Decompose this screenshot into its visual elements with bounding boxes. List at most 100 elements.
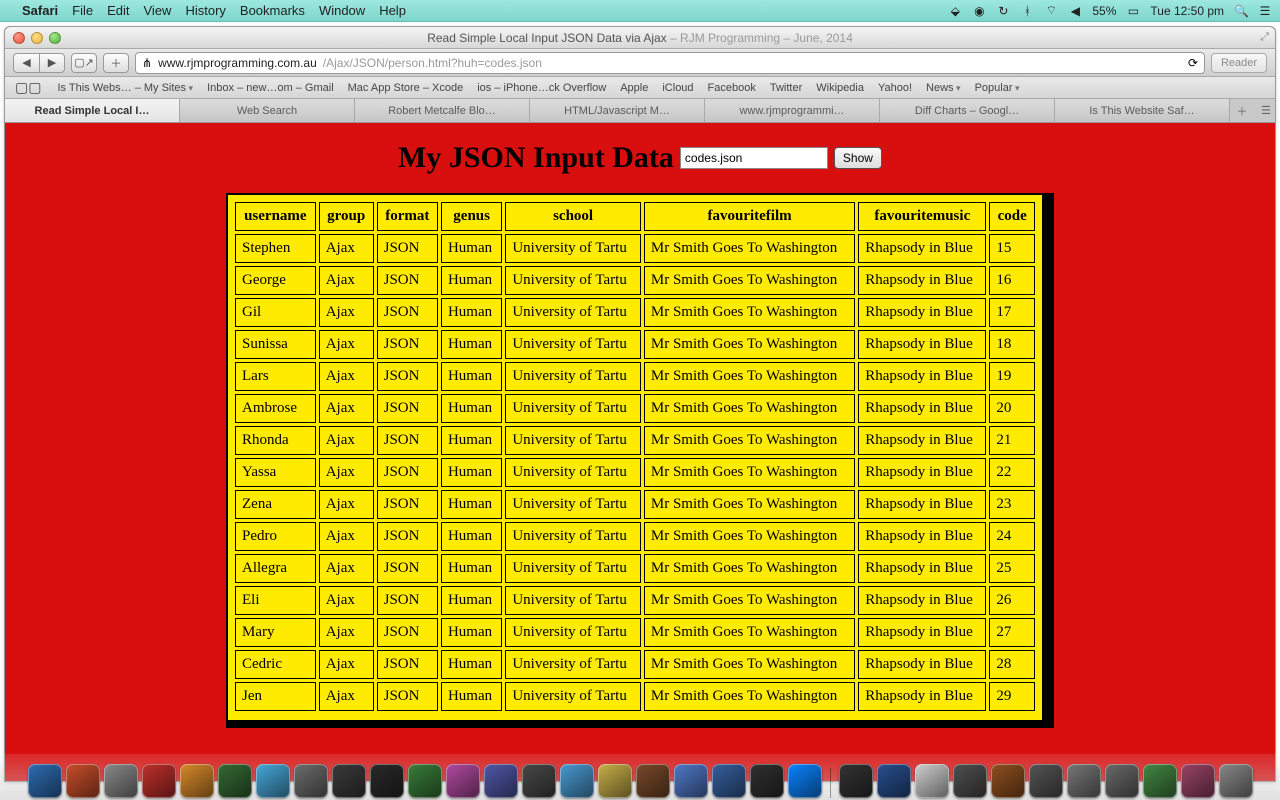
bookmark-item[interactable]: Wikipedia [816, 82, 864, 94]
dock-app-icon[interactable] [1067, 764, 1101, 798]
dock-app-icon[interactable] [408, 764, 442, 798]
dock-app-icon[interactable] [915, 764, 949, 798]
table-cell: 24 [989, 522, 1035, 551]
table-cell: University of Tartu [505, 522, 641, 551]
table-row: LarsAjaxJSONHumanUniversity of TartuMr S… [235, 362, 1035, 391]
dock-app-icon[interactable] [636, 764, 670, 798]
show-button[interactable]: Show [834, 147, 882, 169]
bookmark-item[interactable]: News [926, 82, 961, 94]
dock-app-icon[interactable] [674, 764, 708, 798]
bookmark-item[interactable]: Twitter [770, 82, 802, 94]
zoom-window-icon[interactable] [49, 32, 61, 44]
dock-app-icon[interactable] [991, 764, 1025, 798]
browser-tab[interactable]: Is This Website Saf… [1055, 99, 1230, 122]
dock-app-icon[interactable] [256, 764, 290, 798]
table-cell: Mr Smith Goes To Washington [644, 586, 855, 615]
accessibility-icon[interactable]: ◉ [972, 4, 986, 18]
dock-app-icon[interactable] [142, 764, 176, 798]
browser-tab[interactable]: www.rjmprogrammi… [705, 99, 880, 122]
bookmark-item[interactable]: Is This Webs… – My Sites [57, 82, 193, 94]
menu-history[interactable]: History [185, 3, 225, 18]
dock-app-icon[interactable] [294, 764, 328, 798]
dock-app-icon[interactable] [370, 764, 404, 798]
bookmark-item[interactable]: Popular [975, 82, 1020, 94]
notification-icon[interactable]: ☰ [1258, 4, 1272, 18]
dock-app-icon[interactable] [598, 764, 632, 798]
window-title: Read Simple Local Input JSON Data via Aj… [5, 31, 1275, 45]
table-cell: Ajax [319, 394, 374, 423]
dock-app-icon[interactable] [522, 764, 556, 798]
dock-app-icon[interactable] [788, 764, 822, 798]
window-titlebar[interactable]: Read Simple Local Input JSON Data via Aj… [5, 27, 1275, 49]
dock-app-icon[interactable] [839, 764, 873, 798]
bookmark-item[interactable]: Mac App Store – Xcode [348, 82, 464, 94]
new-tab-button[interactable]: ＋ [1230, 99, 1254, 122]
dock-app-icon[interactable] [1029, 764, 1063, 798]
share-button[interactable]: ▢↗ [71, 53, 97, 73]
dock-app-icon[interactable] [28, 764, 62, 798]
column-header: school [505, 202, 641, 231]
back-button[interactable]: ◀ [13, 53, 39, 73]
dock-app-icon[interactable] [1181, 764, 1215, 798]
add-bookmark-button[interactable]: ＋ [103, 53, 129, 73]
dock-app-icon[interactable] [1143, 764, 1177, 798]
dock-app-icon[interactable] [484, 764, 518, 798]
browser-tab[interactable]: Read Simple Local I… [5, 99, 180, 122]
menubar-app[interactable]: Safari [22, 3, 58, 18]
dropbox-icon[interactable]: ⬙ [948, 4, 962, 18]
fullscreen-icon[interactable]: ⤢ [1260, 31, 1269, 44]
dock-app-icon[interactable] [104, 764, 138, 798]
dock-app-icon[interactable] [218, 764, 252, 798]
table-cell: Rhapsody in Blue [858, 298, 986, 327]
menu-help[interactable]: Help [379, 3, 406, 18]
dock-app-icon[interactable] [953, 764, 987, 798]
address-bar[interactable]: ⋔ www.rjmprogramming.com.au/Ajax/JSON/pe… [135, 52, 1205, 74]
browser-tab[interactable]: Diff Charts – Googl… [880, 99, 1055, 122]
dock-app-icon[interactable] [1219, 764, 1253, 798]
dock-app-icon[interactable] [1105, 764, 1139, 798]
table-cell: JSON [377, 330, 438, 359]
bookmark-item[interactable]: Inbox – new…om – Gmail [207, 82, 334, 94]
bookmarks-menu-icon[interactable]: ▢▢ [15, 79, 41, 96]
bluetooth-icon[interactable]: ᚼ [1020, 4, 1034, 18]
battery-icon[interactable]: ▭ [1126, 4, 1140, 18]
reload-icon[interactable]: ⟳ [1188, 56, 1198, 70]
menu-file[interactable]: File [72, 3, 93, 18]
table-row: SunissaAjaxJSONHumanUniversity of TartuM… [235, 330, 1035, 359]
dock-app-icon[interactable] [750, 764, 784, 798]
reader-button[interactable]: Reader [1211, 53, 1267, 73]
bookmark-item[interactable]: Apple [620, 82, 648, 94]
menubar-clock[interactable]: Tue 12:50 pm [1150, 4, 1224, 18]
table-cell: University of Tartu [505, 458, 641, 487]
json-filename-input[interactable] [680, 147, 828, 169]
browser-tab[interactable]: HTML/Javascript M… [530, 99, 705, 122]
dock-app-icon[interactable] [66, 764, 100, 798]
bookmark-item[interactable]: iCloud [662, 82, 693, 94]
bookmark-item[interactable]: Yahoo! [878, 82, 912, 94]
forward-button[interactable]: ▶ [39, 53, 65, 73]
dock-app-icon[interactable] [712, 764, 746, 798]
close-window-icon[interactable] [13, 32, 25, 44]
menu-window[interactable]: Window [319, 3, 365, 18]
dock-app-icon[interactable] [560, 764, 594, 798]
menu-edit[interactable]: Edit [107, 3, 129, 18]
battery-percent[interactable]: 55% [1092, 4, 1116, 18]
table-row: YassaAjaxJSONHumanUniversity of TartuMr … [235, 458, 1035, 487]
timemachine-icon[interactable]: ↻ [996, 4, 1010, 18]
page-viewport: My JSON Input Data Show usernamegroupfor… [5, 123, 1275, 781]
dock-app-icon[interactable] [180, 764, 214, 798]
dock-app-icon[interactable] [332, 764, 366, 798]
dock-app-icon[interactable] [877, 764, 911, 798]
bookmark-item[interactable]: ios – iPhone…ck Overflow [477, 82, 606, 94]
tab-overview-button[interactable]: ☰ [1254, 99, 1278, 122]
menu-bookmarks[interactable]: Bookmarks [240, 3, 305, 18]
wifi-icon[interactable]: ⌔ [1044, 3, 1058, 18]
spotlight-icon[interactable]: 🔍 [1234, 4, 1248, 18]
menu-view[interactable]: View [144, 3, 172, 18]
browser-tab[interactable]: Robert Metcalfe Blo… [355, 99, 530, 122]
minimize-window-icon[interactable] [31, 32, 43, 44]
dock-app-icon[interactable] [446, 764, 480, 798]
bookmark-item[interactable]: Facebook [708, 82, 756, 94]
browser-tab[interactable]: Web Search [180, 99, 355, 122]
volume-icon[interactable]: ◀ [1068, 4, 1082, 18]
